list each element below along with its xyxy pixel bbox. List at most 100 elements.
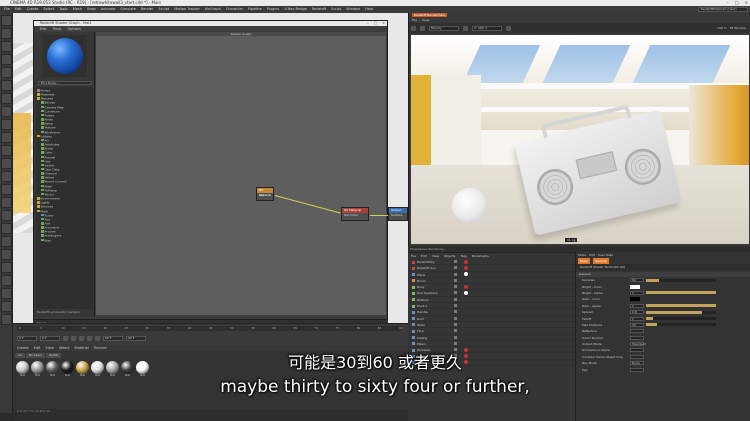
fit-window-button[interactable]: Fit Window bbox=[730, 26, 746, 30]
timeline-ruler[interactable]: 0 5 10 15 20 25 30 35 40 45 50 55 60 65 70 75 80 85 90 bbox=[17, 326, 403, 331]
shader-graph-canvas[interactable]: Shader Graph RS Material Out RS Material… bbox=[96, 32, 408, 315]
menu-item-motion-tracker[interactable]: Motion Tracker bbox=[174, 6, 200, 13]
tool-button[interactable] bbox=[1, 236, 12, 247]
visibility-toggle[interactable] bbox=[454, 285, 457, 289]
material-menu-select[interactable]: Select bbox=[59, 345, 70, 351]
max-frame-field[interactable]: 90 F bbox=[126, 335, 146, 341]
tool-button[interactable] bbox=[1, 145, 12, 156]
menu-item-animate[interactable]: Animate bbox=[101, 6, 116, 13]
tool-button[interactable] bbox=[1, 106, 12, 117]
attribute-value[interactable]: 15 bbox=[630, 322, 644, 327]
tool-button[interactable] bbox=[1, 80, 12, 91]
tool-button[interactable] bbox=[1, 41, 12, 52]
tool-button[interactable] bbox=[1, 275, 12, 286]
layout-select[interactable]: RedshiftPlatinum (User) bbox=[698, 7, 748, 12]
tool-button[interactable] bbox=[1, 28, 12, 39]
visibility-toggle[interactable] bbox=[454, 272, 457, 276]
attribute-value[interactable]: 1 bbox=[630, 290, 644, 295]
visibility-toggle[interactable] bbox=[454, 297, 457, 301]
menu-item-v-ray-bridge[interactable]: V-Ray Bridge bbox=[284, 6, 307, 13]
beauty-select[interactable]: Beauty bbox=[429, 25, 459, 31]
visibility-toggle[interactable] bbox=[454, 291, 457, 295]
menu-item-character[interactable]: Character bbox=[226, 6, 243, 13]
visibility-toggle[interactable] bbox=[454, 322, 457, 326]
start-frame-field[interactable]: 0 F bbox=[17, 335, 37, 341]
menu-item-simulate[interactable]: Simulate bbox=[120, 6, 135, 13]
attribute-value[interactable]: 1 bbox=[630, 303, 644, 308]
menu-item-pipeline[interactable]: Pipeline bbox=[248, 6, 262, 13]
menu-item-redshift[interactable]: Redshift bbox=[312, 6, 326, 13]
menu-item-file[interactable]: File bbox=[4, 6, 10, 13]
node-rs-material-2[interactable]: RS Material Out Color bbox=[341, 207, 369, 221]
tool-button[interactable] bbox=[1, 288, 12, 299]
node-rs-material-1[interactable]: RS Material Out bbox=[256, 187, 274, 201]
render-menu-view[interactable]: View bbox=[422, 18, 429, 23]
visibility-toggle[interactable] bbox=[454, 335, 457, 339]
material-tag-icon[interactable] bbox=[464, 272, 468, 277]
material-tag-icon[interactable] bbox=[464, 284, 468, 289]
lock-icon[interactable] bbox=[506, 25, 511, 31]
menu-item-create[interactable]: Create bbox=[27, 6, 39, 13]
menu-item-help[interactable]: Help bbox=[365, 6, 373, 13]
tool-button[interactable] bbox=[1, 171, 12, 182]
menu-item-tools[interactable]: Tools bbox=[59, 6, 68, 13]
zoom-level[interactable]: 100 % bbox=[717, 26, 727, 30]
attribute-value[interactable] bbox=[630, 335, 644, 340]
visibility-toggle[interactable] bbox=[454, 316, 457, 320]
tool-button[interactable] bbox=[1, 184, 12, 195]
stop-icon[interactable] bbox=[420, 25, 425, 31]
tool-button[interactable] bbox=[1, 15, 12, 26]
goto-end-icon[interactable] bbox=[95, 335, 100, 341]
tool-button[interactable] bbox=[1, 262, 12, 273]
visibility-toggle[interactable] bbox=[454, 329, 457, 333]
menu-item-mograph[interactable]: MoGraph bbox=[205, 6, 221, 13]
menu-item-render[interactable]: Render bbox=[141, 6, 153, 13]
attribute-value[interactable]: 0.8 bbox=[630, 310, 644, 315]
node-port[interactable]: Surface bbox=[389, 213, 407, 217]
attribute-value[interactable] bbox=[630, 329, 644, 334]
attribute-slider[interactable] bbox=[646, 317, 716, 321]
color-swatch[interactable] bbox=[630, 297, 640, 302]
material-menu-material[interactable]: Material bbox=[75, 345, 89, 351]
render-menu-file[interactable]: File bbox=[412, 18, 417, 23]
attribute-value[interactable]: Standard bbox=[630, 342, 646, 347]
end-frame-field[interactable]: 90 F bbox=[103, 335, 123, 341]
attribute-value[interactable]: 1 bbox=[630, 316, 644, 321]
menu-item-snap[interactable]: Snap bbox=[87, 6, 96, 13]
attribute-value[interactable]: 64 bbox=[630, 278, 644, 283]
minimize-icon[interactable]: – bbox=[367, 21, 369, 26]
snapshot-icon[interactable] bbox=[463, 25, 468, 31]
step-back-icon[interactable] bbox=[71, 335, 76, 341]
menu-item-plugins[interactable]: Plugins bbox=[267, 6, 280, 13]
tool-button[interactable] bbox=[1, 54, 12, 65]
tool-button[interactable] bbox=[1, 301, 12, 312]
tool-button[interactable] bbox=[1, 93, 12, 104]
close-icon[interactable]: × bbox=[382, 21, 385, 26]
current-frame-field[interactable]: 0 F bbox=[40, 335, 60, 341]
tool-button[interactable] bbox=[1, 223, 12, 234]
menu-item-mesh[interactable]: Mesh bbox=[73, 6, 82, 13]
menu-item-window[interactable]: Window bbox=[346, 6, 360, 13]
menu-item-select[interactable]: Select bbox=[43, 6, 54, 13]
menu-item-script[interactable]: Script bbox=[331, 6, 341, 13]
visibility-toggle[interactable] bbox=[454, 278, 457, 282]
attribute-slider[interactable] bbox=[646, 304, 716, 308]
aov-select[interactable]: 1: AOV 1 bbox=[472, 25, 502, 31]
attribute-slider[interactable] bbox=[646, 310, 716, 314]
visibility-toggle[interactable] bbox=[454, 304, 457, 308]
node-search-input[interactable]: Find Node... bbox=[38, 81, 92, 85]
visibility-toggle[interactable] bbox=[454, 260, 457, 263]
maximize-icon[interactable]: □ bbox=[374, 21, 377, 26]
material-tag-icon[interactable] bbox=[464, 259, 468, 264]
material-tag-icon[interactable] bbox=[464, 290, 468, 295]
attribute-slider[interactable] bbox=[646, 278, 716, 282]
material-tag-icon[interactable] bbox=[464, 265, 468, 270]
material-menu-create[interactable]: Create bbox=[17, 345, 29, 351]
tool-button[interactable] bbox=[1, 314, 12, 325]
material-menu-edit[interactable]: Edit bbox=[34, 345, 41, 351]
tool-button[interactable] bbox=[1, 67, 12, 78]
node-output[interactable]: Output Surface bbox=[388, 207, 408, 221]
attribute-slider[interactable] bbox=[646, 291, 716, 295]
menu-item-sculpt[interactable]: Sculpt bbox=[158, 6, 169, 13]
visibility-toggle[interactable] bbox=[454, 266, 457, 270]
